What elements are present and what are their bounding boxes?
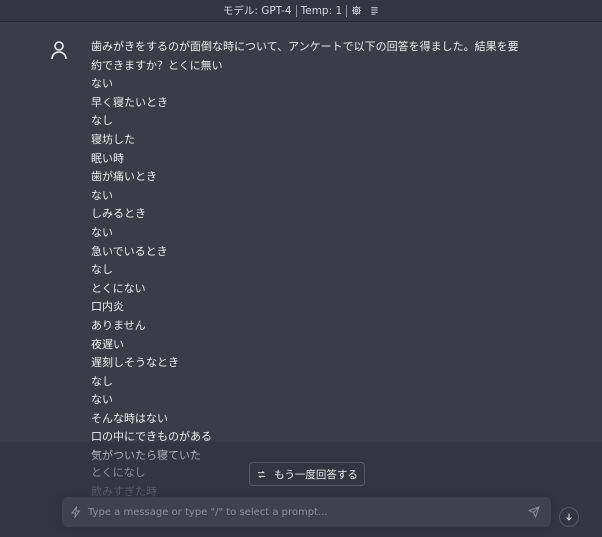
list-item: そんな時はない: [91, 411, 168, 425]
top-bar: モデル: GPT-4 Temp: 1: [0, 0, 602, 22]
list-item: とくになし: [91, 466, 146, 479]
lines-icon[interactable]: [365, 2, 383, 20]
answer-list: ない 早く寝たいとき なし 寝坊した 眠い時 歯が痛いとき ない しみるとき ない 急いでいるとき…: [91, 75, 521, 465]
list-item: 夜遅い: [91, 337, 124, 351]
list-item: 遅刻しそうなとき: [91, 356, 179, 370]
list-item: 寝坊した: [91, 132, 135, 146]
scroll-down-button[interactable]: [559, 507, 579, 527]
list-item: なし: [91, 263, 113, 277]
faded-answer-list: とくになし 飲みすぎた時: [91, 464, 157, 501]
list-item: ない: [91, 393, 113, 407]
gear-icon[interactable]: [347, 2, 365, 20]
list-item: 眠い時: [91, 151, 124, 165]
list-item: 歯が痛いとき: [91, 170, 157, 184]
list-item: 早く寝たいとき: [91, 95, 168, 109]
list-item: 口の中にできものがある: [91, 430, 212, 444]
regenerate-label: もう一度回答する: [274, 468, 358, 481]
list-item: ない: [91, 225, 113, 239]
regenerate-button[interactable]: もう一度回答する: [249, 462, 365, 486]
model-label[interactable]: モデル: GPT-4: [219, 3, 296, 18]
temp-label[interactable]: Temp: 1: [297, 5, 347, 17]
list-item: なし: [91, 114, 113, 128]
list-item: しみるとき: [91, 207, 146, 221]
list-item: 口内炎: [91, 300, 124, 314]
user-message: 歯みがきをするのが面倒な時について、アンケートで以下の回答を得ました。結果を要約…: [0, 22, 602, 462]
lightning-icon[interactable]: [70, 503, 82, 522]
message-content: 歯みがきをするのが面倒な時について、アンケートで以下の回答を得ました。結果を要約…: [91, 38, 521, 466]
refresh-icon: [257, 470, 266, 478]
list-item: 急いでいるとき: [91, 244, 168, 258]
list-item: とくにない: [91, 281, 146, 295]
message-input-box[interactable]: [62, 497, 551, 527]
list-item: ない: [91, 77, 113, 91]
message-input[interactable]: [82, 506, 525, 518]
list-item: ありません: [91, 318, 146, 332]
arrow-down-icon: [566, 513, 572, 521]
list-item: ない: [91, 188, 113, 202]
user-icon: [50, 40, 68, 60]
list-item: なし: [91, 374, 113, 388]
chat-app: モデル: GPT-4 Temp: 1 歯みがきをするのが面倒な時について、アンケ…: [0, 0, 602, 537]
prompt-text: 歯みがきをするのが面倒な時について、アンケートで以下の回答を得ました。結果を要約…: [91, 40, 519, 72]
paper-plane-icon[interactable]: [525, 503, 543, 521]
